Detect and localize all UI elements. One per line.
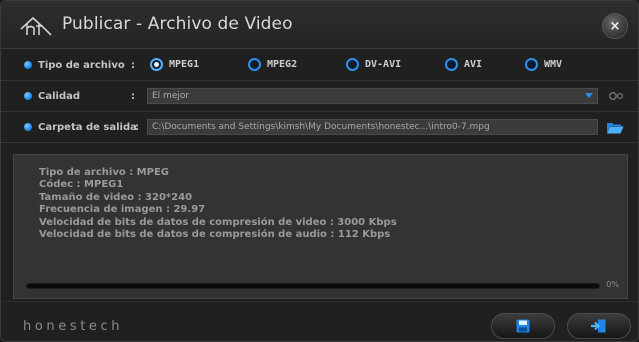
quality-colon: : xyxy=(131,90,135,102)
chevron-down-icon xyxy=(585,93,593,98)
info-line-codec: Códec : MPEG1 xyxy=(39,179,124,191)
radio-unchecked-icon xyxy=(445,58,458,71)
info-line-frame-rate: Frecuencia de imagen : 29.97 xyxy=(39,204,206,216)
info-line-video-bitrate: Velocidad de bits de datos de compresión… xyxy=(39,216,397,228)
radio-label: MPEG1 xyxy=(169,59,200,70)
info-line-audio-bitrate: Velocidad de bits de datos de compresión… xyxy=(39,229,391,241)
gear-icon[interactable] xyxy=(608,89,624,103)
radio-unchecked-icon xyxy=(346,58,359,71)
radio-mpeg2[interactable]: MPEG2 xyxy=(248,58,297,71)
output-folder-label: Carpeta de salida xyxy=(38,121,137,133)
radio-mpeg1[interactable]: MPEG1 xyxy=(150,58,199,71)
exit-icon xyxy=(591,319,606,333)
radio-label: DV-AVI xyxy=(365,59,402,70)
info-line-file-type: Tipo de archivo : MPEG xyxy=(39,167,170,178)
save-button[interactable] xyxy=(491,313,555,339)
progress-text: 0% xyxy=(606,280,619,289)
radio-wmv[interactable]: WMV xyxy=(525,58,562,71)
folder-open-icon[interactable] xyxy=(606,121,624,134)
info-line-video-size: Tamaño de video : 320*240 xyxy=(39,191,193,203)
quality-value: El mejor xyxy=(152,91,190,101)
radio-checked-icon xyxy=(150,58,163,71)
radio-label: WMV xyxy=(544,59,563,70)
info-panel: Tipo de archivo : MPEG Códec : MPEG1 Tam… xyxy=(13,154,628,299)
file-type-label: Tipo de archivo xyxy=(38,59,125,71)
quality-label: Calidad xyxy=(38,90,81,102)
brand-logo: honestech xyxy=(23,319,124,334)
title-bar: Publicar - Archivo de Video × xyxy=(1,1,638,49)
progress-bar xyxy=(26,283,600,289)
window-title: Publicar - Archivo de Video xyxy=(62,14,293,34)
radio-label: MPEG2 xyxy=(267,59,298,70)
file-type-colon: : xyxy=(131,59,135,71)
publish-window: Publicar - Archivo de Video × Tipo de ar… xyxy=(0,0,639,342)
radio-unchecked-icon xyxy=(248,58,261,71)
bullet-icon xyxy=(24,61,32,69)
file-type-row: Tipo de archivo : MPEG1 MPEG2 DV-AVI AVI… xyxy=(1,50,638,81)
radio-avi[interactable]: AVI xyxy=(445,58,482,71)
output-folder-colon: : xyxy=(135,121,139,133)
radio-label: AVI xyxy=(464,59,483,70)
ht-logo-icon xyxy=(20,16,52,36)
exit-button[interactable] xyxy=(567,313,631,339)
info-lines: Tipo de archivo : MPEG Códec : MPEG1 Tam… xyxy=(39,167,397,241)
output-folder-row: Carpeta de salida : C:\Documents and Set… xyxy=(1,112,638,143)
save-icon xyxy=(516,319,530,333)
close-button[interactable]: × xyxy=(602,13,628,39)
quality-row: Calidad : El mejor xyxy=(1,81,638,112)
bullet-icon xyxy=(24,92,32,100)
close-icon: × xyxy=(609,18,621,34)
bullet-icon xyxy=(24,123,32,131)
output-path-field[interactable]: C:\Documents and Settings\kimsh\My Docum… xyxy=(147,119,598,135)
footer: honestech xyxy=(1,301,638,341)
radio-dv-avi[interactable]: DV-AVI xyxy=(346,58,401,71)
radio-unchecked-icon xyxy=(525,58,538,71)
quality-select[interactable]: El mejor xyxy=(147,88,598,104)
